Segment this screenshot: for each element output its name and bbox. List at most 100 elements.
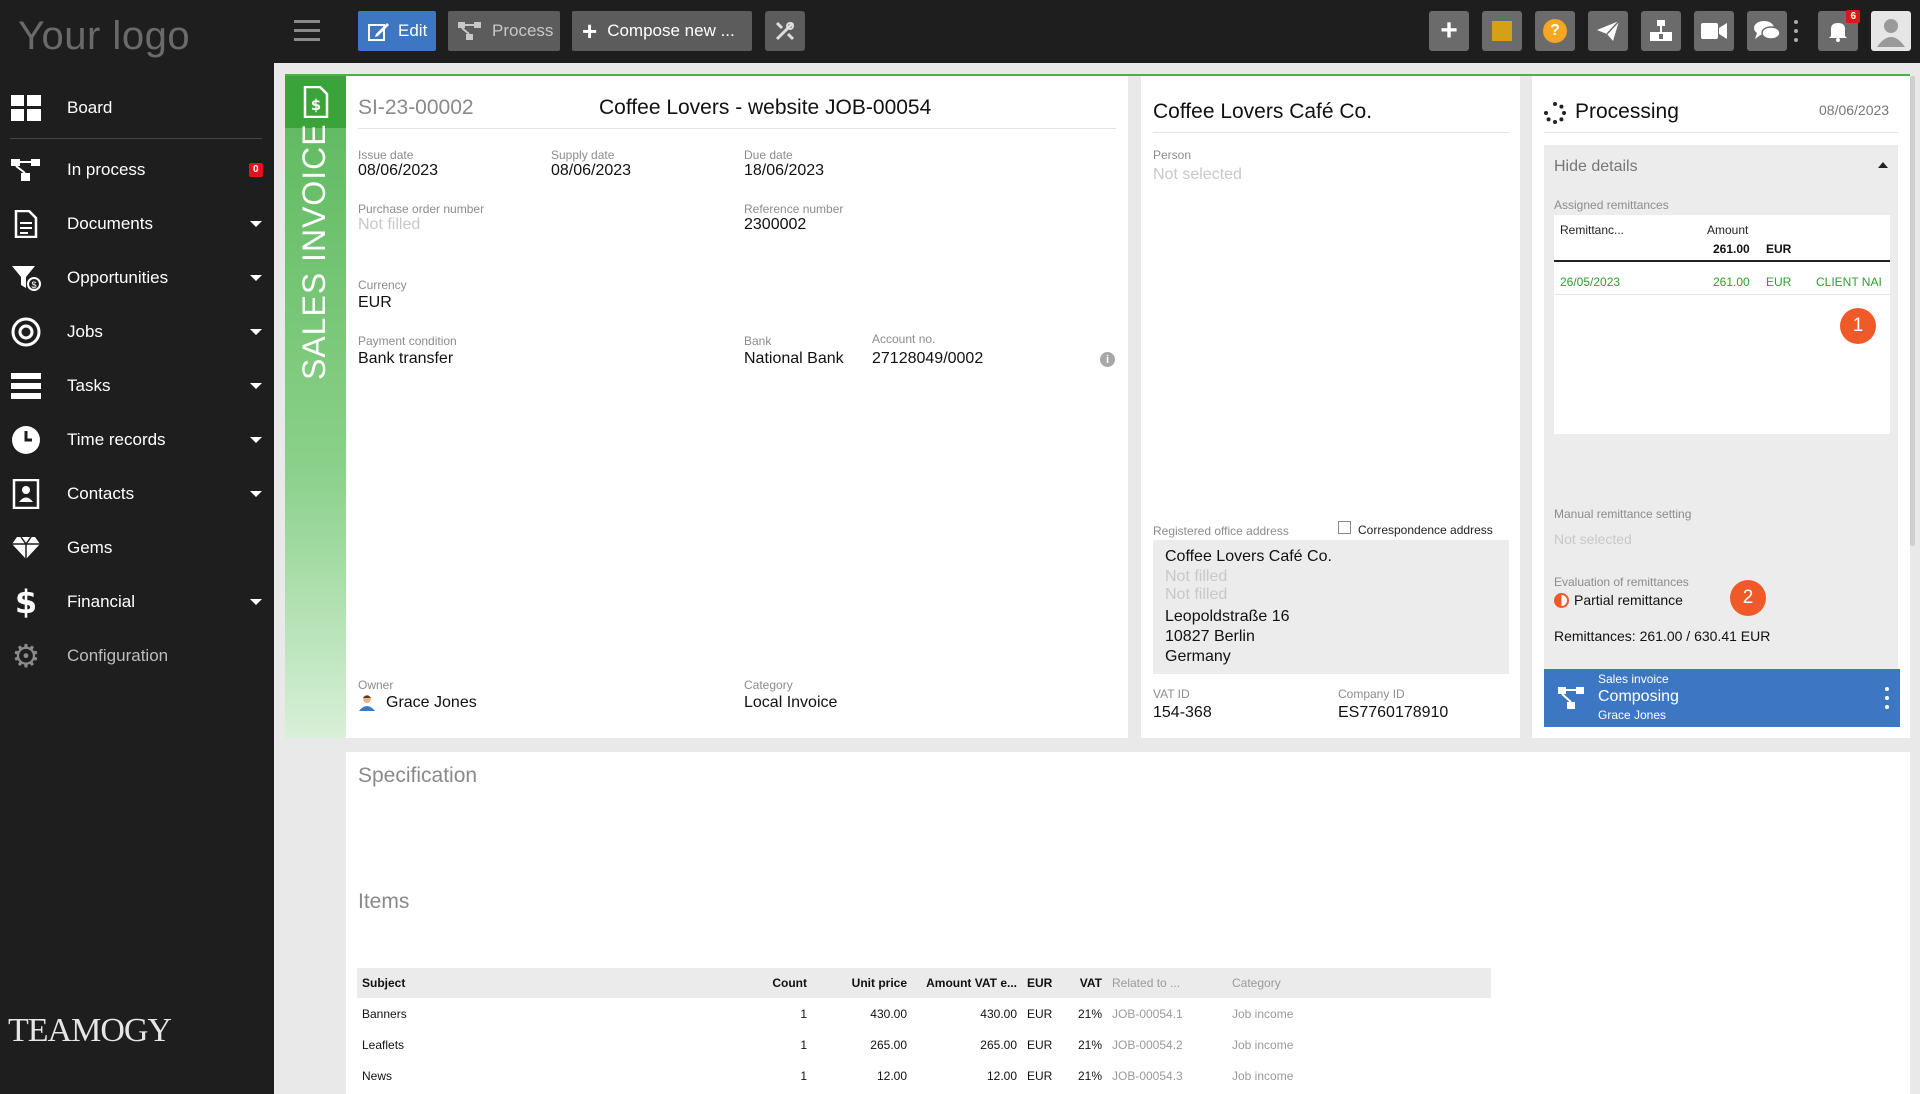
- half-circle-icon: [1554, 593, 1569, 608]
- item-amount: 430.00: [980, 1006, 1017, 1021]
- gear-icon: ⚙: [11, 637, 41, 675]
- sidebar-item-time-records[interactable]: Time records: [0, 417, 274, 463]
- scrollbar[interactable]: [1910, 76, 1915, 546]
- reference-number-label: Reference number: [744, 202, 844, 216]
- sidebar-item-in-process[interactable]: In process 0: [0, 147, 274, 193]
- column-header-count[interactable]: Count: [752, 968, 812, 998]
- divider: [358, 128, 1116, 129]
- column-header-unit-price[interactable]: Unit price: [812, 968, 912, 998]
- processing-date: 08/06/2023: [1819, 102, 1890, 118]
- brand-logo: TEAMOGY: [8, 1012, 172, 1049]
- table-row[interactable]: 26/05/2023 261.00 EUR CLIENT NAI: [1554, 265, 1890, 295]
- more-vertical-icon[interactable]: [1794, 20, 1798, 42]
- item-unit-price: 430.00: [870, 1006, 907, 1021]
- notifications-button[interactable]: 6: [1818, 10, 1860, 51]
- send-button[interactable]: [1588, 11, 1628, 51]
- svg-text:$: $: [31, 280, 36, 290]
- column-header-subject[interactable]: Subject: [357, 968, 752, 998]
- reference-number-value: 2300002: [744, 216, 807, 233]
- sidebar-item-configuration[interactable]: ⚙ Configuration: [0, 633, 274, 679]
- gem-icon: [10, 534, 42, 562]
- target-icon: [10, 317, 42, 347]
- column-header-vat[interactable]: VAT: [1072, 968, 1107, 998]
- sidebar-item-gems[interactable]: Gems: [0, 525, 274, 571]
- table-row[interactable]: Banners 1 430.00 430.00 EUR 21% JOB-0005…: [357, 998, 1491, 1029]
- sidebar-item-label: Jobs: [67, 322, 103, 341]
- sidebar-item-financial[interactable]: $ Financial: [0, 579, 274, 625]
- issue-date-value: 08/06/2023: [358, 162, 439, 179]
- owner-label: Owner: [358, 678, 394, 692]
- grid-icon: [10, 94, 42, 122]
- hamburger-menu-icon[interactable]: [294, 20, 320, 42]
- sidebar-item-opportunities[interactable]: $ Opportunities: [0, 255, 274, 301]
- hierarchy-button[interactable]: [1641, 11, 1681, 51]
- user-avatar[interactable]: [1871, 11, 1911, 51]
- notification-count-badge: 6: [1846, 10, 1860, 23]
- column-header-amount-vat[interactable]: Amount VAT e...: [912, 968, 1022, 998]
- process-button[interactable]: Process: [448, 11, 560, 51]
- card-state: Composing: [1598, 688, 1679, 705]
- table-row[interactable]: Leaflets 1 265.00 265.00 EUR 21% JOB-000…: [357, 1029, 1491, 1060]
- sidebar-item-label: Documents: [67, 214, 153, 233]
- info-icon[interactable]: i: [1100, 352, 1115, 367]
- sidebar-item-board[interactable]: Board: [0, 85, 274, 131]
- workflow-state-card[interactable]: Sales invoice Composing Grace Jones: [1544, 669, 1900, 727]
- invoice-icon-tile: $: [285, 76, 346, 128]
- sidebar-item-documents[interactable]: Documents: [0, 201, 274, 247]
- address-street: Leopoldstraße 16: [1165, 608, 1290, 625]
- item-unit-price: 12.00: [876, 1068, 907, 1083]
- supply-date-label: Supply date: [551, 148, 615, 162]
- column-header-related-to[interactable]: Related to ...: [1107, 968, 1227, 998]
- item-unit-price: 265.00: [870, 1037, 907, 1052]
- items-title: Items: [358, 890, 410, 913]
- issue-date-label: Issue date: [358, 148, 414, 162]
- item-amount: 265.00: [980, 1037, 1017, 1052]
- tools-button[interactable]: [765, 11, 805, 51]
- table-row[interactable]: News 1 12.00 12.00 EUR 21% JOB-00054.3 J…: [357, 1060, 1491, 1091]
- manual-remittance-value[interactable]: Not selected: [1554, 531, 1632, 547]
- add-button[interactable]: +: [1429, 11, 1469, 51]
- remittances-summary: Remittances: 261.00 / 630.41 EUR: [1554, 628, 1771, 644]
- specification-title: Specification: [358, 764, 478, 787]
- column-header-amount: Amount: [1707, 223, 1749, 237]
- sidebar-item-tasks[interactable]: Tasks: [0, 363, 274, 409]
- supply-date-value: 08/06/2023: [551, 162, 632, 179]
- column-header-category[interactable]: Category: [1227, 968, 1491, 998]
- sidebar-item-label: Time records: [67, 430, 166, 449]
- item-vat: 21%: [1077, 1068, 1102, 1083]
- sidebar-item-label: Board: [67, 98, 113, 117]
- plus-icon: +: [1440, 14, 1458, 47]
- total-amount: 261.00: [1713, 242, 1750, 256]
- hide-details-toggle[interactable]: Hide details: [1544, 145, 1898, 185]
- sidebar-item-label: Financial: [67, 592, 136, 611]
- chevron-down-icon: [250, 599, 262, 605]
- sidebar-item-jobs[interactable]: Jobs: [0, 309, 274, 355]
- column-header-currency[interactable]: EUR: [1022, 968, 1072, 998]
- video-call-button[interactable]: [1694, 11, 1734, 51]
- correspondence-checkbox[interactable]: [1338, 521, 1351, 534]
- category-value: Local Invoice: [744, 694, 838, 711]
- company-id-value: ES7760178910: [1338, 704, 1449, 721]
- contact-card-icon: [10, 479, 42, 509]
- chat-bubbles-icon: [1754, 20, 1780, 42]
- chat-button[interactable]: [1747, 11, 1787, 51]
- sticky-note-button[interactable]: [1482, 11, 1522, 51]
- funnel-icon: $: [10, 264, 42, 292]
- table-header-row: Subject Count Unit price Amount VAT e...…: [357, 968, 1491, 998]
- item-related-to: JOB-00054.2: [1112, 1037, 1183, 1052]
- sidebar: Your logo Board In process 0 Documents $…: [0, 0, 274, 1094]
- edit-button[interactable]: Edit: [358, 11, 436, 51]
- compose-new-button[interactable]: + Compose new ...: [572, 11, 752, 51]
- bank-label: Bank: [744, 334, 772, 348]
- help-button[interactable]: ?: [1535, 11, 1575, 51]
- sidebar-item-contacts[interactable]: Contacts: [0, 471, 274, 517]
- invoice-number: SI-23-00002: [358, 96, 474, 119]
- client-panel: Coffee Lovers Café Co. Person Not select…: [1141, 76, 1520, 738]
- logo: Your logo: [18, 14, 191, 58]
- more-vertical-icon[interactable]: [1885, 687, 1889, 709]
- edit-label: Edit: [398, 21, 428, 40]
- address-box: Coffee Lovers Café Co. Not filled Not fi…: [1153, 540, 1509, 674]
- details-section: Hide details Assigned remittances Remitt…: [1544, 145, 1898, 670]
- chevron-down-icon: [250, 491, 262, 497]
- item-subject: Banners: [362, 1006, 407, 1021]
